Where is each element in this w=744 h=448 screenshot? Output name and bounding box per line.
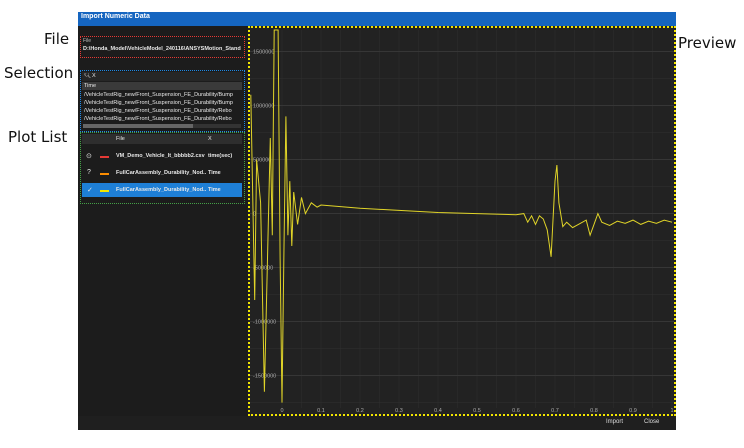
title-bar[interactable]: Import Numeric Data bbox=[78, 12, 676, 26]
series-color-swatch bbox=[100, 173, 109, 175]
selection-header-label: Time bbox=[84, 83, 97, 89]
status-icon: ? bbox=[87, 169, 91, 176]
plot-list-row-selected[interactable]: ✓ FullCarAssembly_Durability_Nod... Time bbox=[82, 183, 242, 197]
search-icon: 🔍︎ bbox=[84, 73, 91, 79]
x-tick-label: 0.8 bbox=[590, 408, 598, 414]
preview-chart[interactable]: 150000010000005000000-500000-1000000-150… bbox=[250, 28, 674, 414]
x-tick-label: 0.1 bbox=[317, 408, 325, 414]
x-tick-label: 0.6 bbox=[512, 408, 520, 414]
file-label: File bbox=[83, 38, 92, 44]
dialog-button-bar: Import Close bbox=[78, 416, 676, 430]
x-tick-label: 0.5 bbox=[473, 408, 481, 414]
callout-plot-list: Plot List bbox=[8, 128, 68, 146]
x-tick-label: 0.4 bbox=[434, 408, 442, 414]
x-tick-label: 0.2 bbox=[356, 408, 364, 414]
callout-file: File bbox=[44, 30, 70, 48]
close-button[interactable]: Close bbox=[644, 419, 659, 425]
search-input[interactable]: X bbox=[92, 73, 96, 79]
selection-row[interactable]: /VehicleTestRig_new/Front_Suspension_FE_… bbox=[84, 92, 242, 98]
selection-header: Time bbox=[82, 82, 242, 90]
plot-x-column: Time bbox=[208, 170, 221, 176]
plot-file-name: FullCarAssembly_Durability_Nod... bbox=[116, 187, 206, 193]
y-tick-label: -1000000 bbox=[253, 320, 276, 326]
selection-row[interactable]: /VehicleTestRig_new/Front_Suspension_FE_… bbox=[84, 116, 242, 122]
plot-list-row[interactable]: ⊙ VM_Demo_Vehicle_lt_bbbbb2.csv time(sec… bbox=[82, 149, 242, 163]
plot-file-name: FullCarAssembly_Durability_Nod... bbox=[116, 170, 206, 176]
y-tick-label: 1500000 bbox=[253, 50, 274, 56]
data-series-line bbox=[250, 29, 673, 403]
horizontal-scrollbar[interactable] bbox=[83, 124, 241, 128]
import-button[interactable]: Import bbox=[606, 419, 623, 425]
series-color-swatch bbox=[100, 190, 109, 192]
plot-list-header-file: File bbox=[116, 136, 125, 142]
x-tick-label: 0 bbox=[280, 408, 283, 414]
callout-selection: Selection bbox=[4, 64, 74, 82]
scrollbar-thumb[interactable] bbox=[83, 124, 193, 128]
file-section: File D:\Honda_Model\VehicleModel_240116\… bbox=[80, 36, 245, 58]
selection-row[interactable]: /VehicleTestRig_new/Front_Suspension_FE_… bbox=[84, 100, 242, 106]
selection-row[interactable]: /VehicleTestRig_new/Front_Suspension_FE_… bbox=[84, 108, 242, 114]
plot-x-column: Time bbox=[208, 187, 221, 193]
series-color-swatch bbox=[100, 156, 109, 158]
x-tick-label: 0.3 bbox=[395, 408, 403, 414]
check-icon: ✓ bbox=[87, 187, 93, 194]
y-tick-label: 500000 bbox=[253, 158, 271, 164]
search-box[interactable]: 🔍︎ X bbox=[82, 72, 242, 81]
preview-pane: 1500000 1000000 500000 0 -500000 -1000000 -150… bbox=[248, 26, 676, 416]
status-icon: ⊙ bbox=[86, 153, 92, 160]
left-pane: File D:\Honda_Model\VehicleModel_240116\… bbox=[78, 26, 248, 416]
plot-file-name: VM_Demo_Vehicle_lt_bbbbb2.csv bbox=[116, 153, 205, 159]
y-tick-label: -500000 bbox=[253, 266, 273, 272]
import-numeric-data-dialog: Import Numeric Data File D:\Honda_Model\… bbox=[78, 12, 676, 430]
callout-preview: Preview bbox=[678, 34, 737, 52]
plot-list-header-x: X bbox=[208, 136, 212, 142]
window-title: Import Numeric Data bbox=[81, 13, 150, 20]
plot-list-section: File X ⊙ VM_Demo_Vehicle_lt_bbbbb2.csv t… bbox=[80, 132, 245, 204]
plot-list-header: File X bbox=[82, 134, 242, 144]
x-tick-label: 0.9 bbox=[629, 408, 637, 414]
file-path-field[interactable]: D:\Honda_Model\VehicleModel_240116\ANSYS… bbox=[83, 46, 241, 52]
y-tick-label: 1000000 bbox=[253, 104, 274, 110]
selection-section: 🔍︎ X Time /VehicleTestRig_new/Front_Susp… bbox=[80, 70, 245, 132]
plot-list-row[interactable]: ? FullCarAssembly_Durability_Nod... Time bbox=[82, 166, 242, 180]
plot-x-column: time(sec) bbox=[208, 153, 233, 159]
x-tick-label: 1 bbox=[670, 408, 673, 414]
x-tick-label: 0.7 bbox=[551, 408, 559, 414]
